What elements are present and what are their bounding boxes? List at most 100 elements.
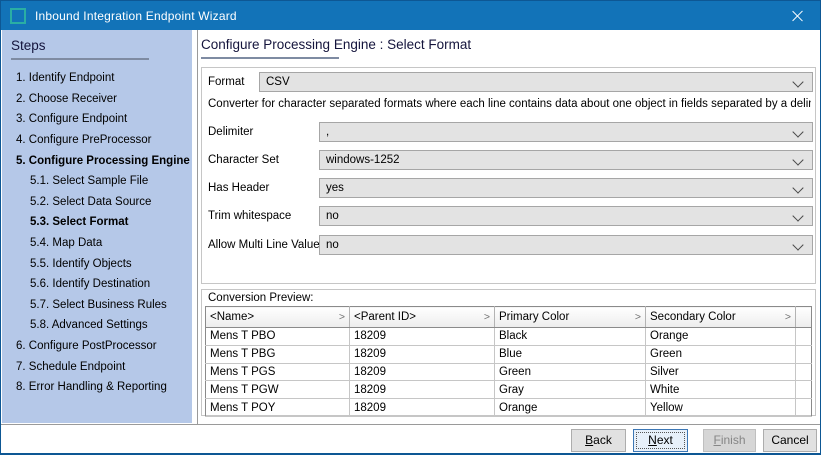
format-label: Format: [208, 72, 244, 92]
wizard-dialog: Inbound Integration Endpoint Wizard Step…: [0, 0, 821, 455]
sidebar-item-error-handling[interactable]: 8. Error Handling & Reporting: [11, 377, 192, 398]
close-icon: [791, 10, 803, 22]
has-header-select[interactable]: yes: [319, 178, 813, 198]
format-select[interactable]: CSV: [259, 72, 813, 92]
steps-title: Steps: [11, 38, 192, 53]
allow-multiline-select-value: no: [326, 239, 339, 251]
sidebar-item-configure-endpoint[interactable]: 3. Configure Endpoint: [11, 109, 192, 130]
table-cell: Green: [495, 363, 646, 381]
sidebar-item-identify-objects[interactable]: 5.5. Identify Objects: [11, 253, 192, 274]
sidebar-item-select-format[interactable]: 5.3. Select Format: [11, 212, 192, 233]
sidebar-item-select-data-source[interactable]: 5.2. Select Data Source: [11, 192, 192, 213]
column-header-primary-color[interactable]: Primary Color >: [495, 307, 646, 328]
allow-multiline-select[interactable]: no: [319, 235, 813, 255]
window-title: Inbound Integration Endpoint Wizard: [35, 9, 237, 23]
column-header-secondary-color[interactable]: Secondary Color >: [646, 307, 796, 328]
delimiter-select[interactable]: ,: [319, 122, 813, 142]
table-cell: Mens T PGW: [206, 381, 350, 399]
table-cell: Mens T PBO: [206, 328, 350, 346]
table-cell-filler: [796, 345, 812, 363]
character-set-label: Character Set: [208, 150, 279, 170]
sidebar-item-select-business-rules[interactable]: 5.7. Select Business Rules: [11, 295, 192, 316]
delimiter-label: Delimiter: [208, 122, 253, 142]
table-cell: Silver: [646, 363, 796, 381]
table-cell: Mens T PGS: [206, 363, 350, 381]
back-button[interactable]: Back: [571, 429, 626, 452]
table-cell: Green: [646, 345, 796, 363]
sidebar-item-schedule-endpoint[interactable]: 7. Schedule Endpoint: [11, 356, 192, 377]
close-button[interactable]: [774, 1, 820, 30]
table-cell: Mens T POY: [206, 399, 350, 417]
character-set-select[interactable]: windows-1252: [319, 150, 813, 170]
table-cell-filler: [796, 363, 812, 381]
chevron-down-icon: [792, 239, 803, 250]
conversion-preview-group: Conversion Preview: <Name> > <Parent ID>…: [201, 289, 816, 416]
table-cell: Orange: [646, 328, 796, 346]
format-select-value: CSV: [266, 76, 290, 88]
sidebar-item-configure-preprocessor[interactable]: 4. Configure PreProcessor: [11, 130, 192, 151]
page-title-underline: [201, 57, 339, 59]
table-cell: 18209: [350, 381, 495, 399]
table-cell-filler: [796, 381, 812, 399]
conversion-preview-label: Conversion Preview:: [208, 292, 313, 304]
column-header-name[interactable]: <Name> >: [206, 307, 350, 328]
table-cell: Gray: [495, 381, 646, 399]
chevron-down-icon: [792, 126, 803, 137]
table-cell: Blue: [495, 345, 646, 363]
app-icon: [10, 8, 26, 24]
table-row: Mens T POY 18209 Orange Yellow: [206, 399, 812, 417]
sidebar-item-choose-receiver[interactable]: 2. Choose Receiver: [11, 89, 192, 110]
sidebar-item-identify-destination[interactable]: 5.6. Identify Destination: [11, 274, 192, 295]
table-row: Mens T PGS 18209 Green Silver: [206, 363, 812, 381]
trim-whitespace-label: Trim whitespace: [208, 206, 291, 226]
chevron-down-icon: [792, 210, 803, 221]
sort-chevron-icon: >: [635, 311, 641, 323]
table-cell: Black: [495, 328, 646, 346]
steps-title-underline: [11, 58, 149, 60]
finish-button: Finish: [703, 429, 756, 452]
delimiter-select-value: ,: [326, 126, 329, 138]
table-row: Mens T PBG 18209 Blue Green: [206, 345, 812, 363]
format-description: Converter for character separated format…: [208, 98, 811, 110]
character-set-select-value: windows-1252: [326, 154, 400, 166]
chevron-down-icon: [792, 182, 803, 193]
table-header-row: <Name> > <Parent ID> > Primary Color > S…: [206, 307, 812, 328]
column-header-filler: [796, 307, 812, 328]
table-cell: 18209: [350, 328, 495, 346]
format-options-group: Format CSV Converter for character separ…: [201, 67, 816, 284]
table-cell: 18209: [350, 399, 495, 417]
sidebar-item-select-sample-file[interactable]: 5.1. Select Sample File: [11, 171, 192, 192]
trim-whitespace-select[interactable]: no: [319, 206, 813, 226]
has-header-label: Has Header: [208, 178, 269, 198]
footer-separator: [1, 424, 820, 425]
table-cell: White: [646, 381, 796, 399]
next-button[interactable]: Next: [633, 429, 688, 452]
table-cell: Yellow: [646, 399, 796, 417]
table-row: Mens T PBO 18209 Black Orange: [206, 328, 812, 346]
sidebar-separator: [197, 30, 198, 424]
table-cell: 18209: [350, 363, 495, 381]
table-cell: Orange: [495, 399, 646, 417]
steps-list: 1. Identify Endpoint 2. Choose Receiver …: [11, 68, 192, 398]
trim-whitespace-select-value: no: [326, 210, 339, 222]
table-row: Mens T PGW 18209 Gray White: [206, 381, 812, 399]
table-cell-filler: [796, 399, 812, 417]
table-cell-filler: [796, 328, 812, 346]
sort-chevron-icon: >: [484, 311, 490, 323]
sort-chevron-icon: >: [785, 311, 791, 323]
sidebar-item-configure-processing-engine[interactable]: 5. Configure Processing Engine: [11, 150, 192, 171]
steps-sidebar: Steps 1. Identify Endpoint 2. Choose Rec…: [2, 30, 192, 423]
has-header-select-value: yes: [326, 182, 344, 194]
sort-chevron-icon: >: [339, 311, 345, 323]
sidebar-item-advanced-settings[interactable]: 5.8. Advanced Settings: [11, 315, 192, 336]
sidebar-item-map-data[interactable]: 5.4. Map Data: [11, 233, 192, 254]
conversion-preview-table: <Name> > <Parent ID> > Primary Color > S…: [205, 306, 812, 417]
sidebar-item-configure-postprocessor[interactable]: 6. Configure PostProcessor: [11, 336, 192, 357]
sidebar-item-identify-endpoint[interactable]: 1. Identify Endpoint: [11, 68, 192, 89]
title-bar: Inbound Integration Endpoint Wizard: [1, 1, 820, 30]
column-header-parent-id[interactable]: <Parent ID> >: [350, 307, 495, 328]
allow-multiline-label: Allow Multi Line Values: [208, 235, 325, 255]
table-cell: Mens T PBG: [206, 345, 350, 363]
page-title: Configure Processing Engine : Select For…: [201, 37, 471, 52]
cancel-button[interactable]: Cancel: [763, 429, 817, 452]
